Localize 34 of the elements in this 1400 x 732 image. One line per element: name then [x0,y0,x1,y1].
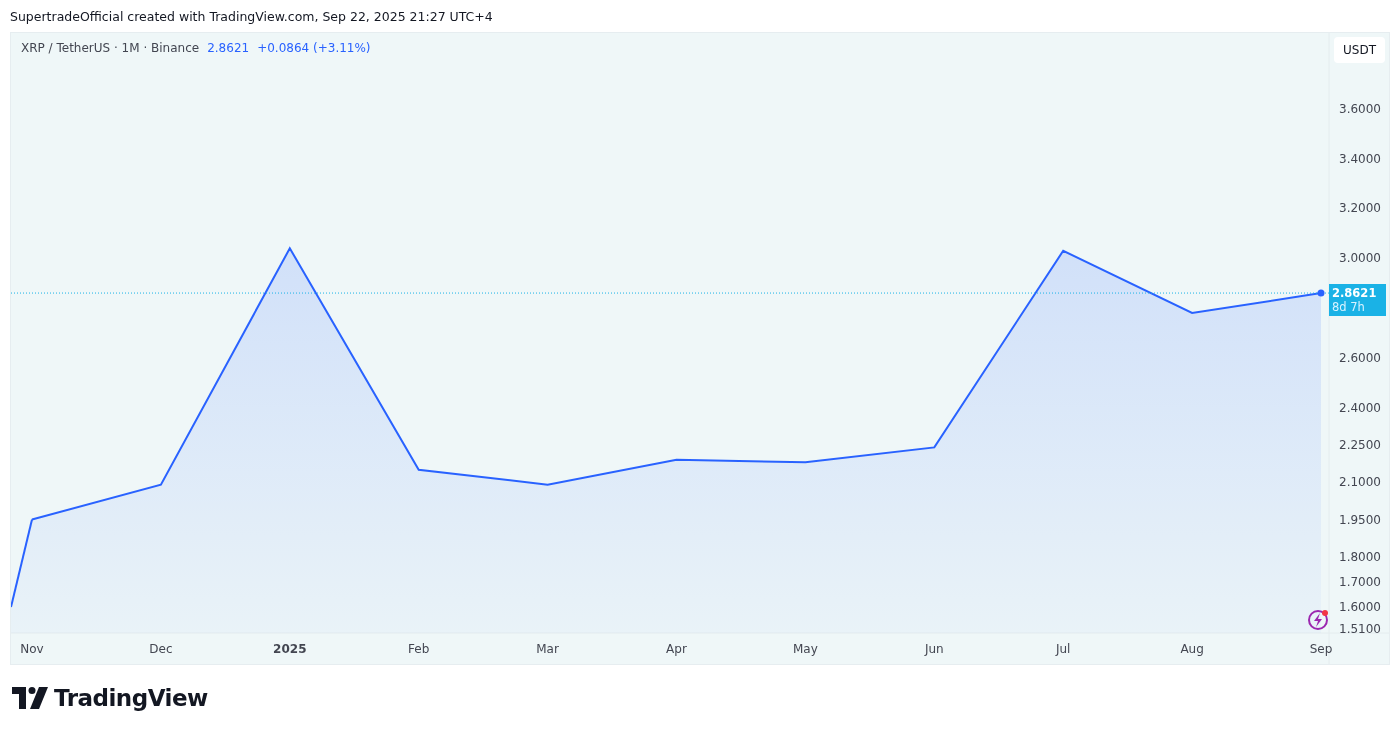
currency-button[interactable]: USDT [1334,37,1385,63]
last-price-value: 2.8621 [207,41,250,55]
price-axis-label: 2.1000 [1339,475,1381,490]
price-axis-label: 1.5100 [1339,622,1381,636]
time-axis-label: Nov [20,642,44,656]
last-price-dot [1317,289,1325,297]
price-axis-label: 3.6000 [1339,101,1381,116]
time-axis-label: Feb [408,642,430,656]
price-axis-label: 3.0000 [1339,251,1381,266]
time-axis-label: Mar [536,642,559,656]
time-axis-label: Sep [1309,642,1333,656]
price-axis-label: 1.7000 [1339,574,1381,589]
symbol-label: XRP / TetherUS · 1M · Binance [21,41,200,55]
price-axis-label: 1.8000 [1339,549,1381,564]
time-axis-label: May [793,642,818,656]
price-axis-label: 2.6000 [1339,350,1381,365]
time-axis-label: Jul [1055,642,1071,656]
lightning-icon [1308,610,1328,630]
price-axis-label: 1.6000 [1339,599,1381,614]
brand-name: TradingView [54,685,208,711]
chart-caption: SupertradeOfficial created with TradingView.com, Sep 22, 2025 21:27 UTC+4 [9,7,494,26]
time-axis-label: Jun [924,642,944,656]
price-axis-label: 3.4000 [1339,151,1381,166]
time-axis-label: 2025 [273,642,307,656]
time-axis-label: Apr [666,642,687,656]
last-price-tag: 2.8621 8d 7h [1329,284,1386,317]
price-axis-label: 2.4000 [1339,400,1381,415]
price-axis-label: 2.2500 [1339,437,1381,452]
time-axis-label: Aug [1180,642,1204,656]
logo-icon [12,687,48,709]
price-change: +0.0864 (+3.11%) [257,41,371,55]
price-axis-label: 1.9500 [1339,512,1381,527]
time-axis-label: Dec [149,642,173,656]
price-axis-label: 3.2000 [1339,201,1381,216]
